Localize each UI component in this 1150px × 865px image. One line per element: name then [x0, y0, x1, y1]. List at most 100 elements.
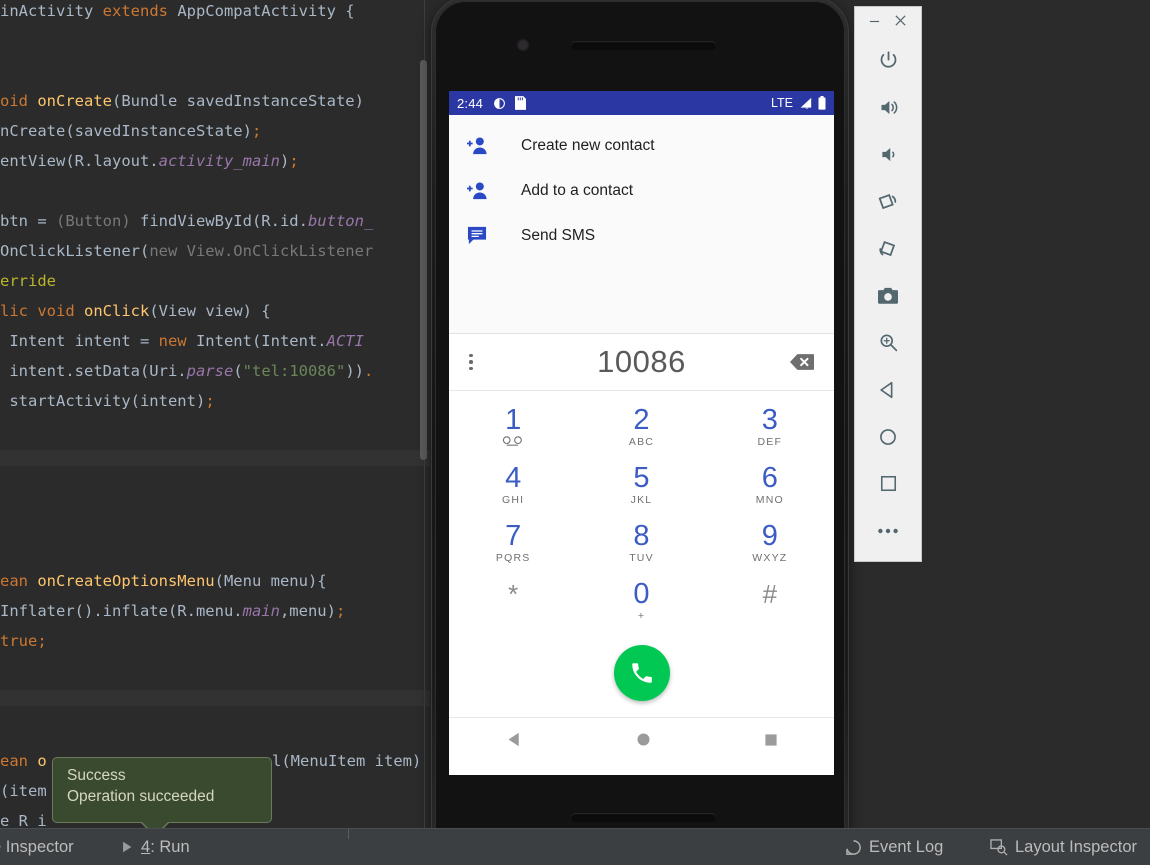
- bottom-speaker: [571, 813, 716, 822]
- overview-icon[interactable]: [855, 460, 921, 507]
- battery-full-icon: [818, 96, 826, 110]
- statusbar-item-label: 4: Run: [141, 837, 190, 856]
- editor-scrollbar[interactable]: [420, 60, 427, 460]
- code-token: activity_main: [158, 152, 280, 170]
- sd-card-icon: [515, 96, 527, 110]
- code-token: ean: [0, 572, 38, 590]
- menu-item-label: Send SMS: [521, 226, 596, 244]
- emulator-toolbar[interactable]: [854, 6, 922, 562]
- code-token: ACTI: [326, 332, 364, 350]
- code-token: onCreateOptionsMenu: [37, 572, 215, 590]
- dialpad-key-8[interactable]: 8 TUV: [577, 513, 705, 571]
- code-token: ;: [37, 632, 47, 650]
- dialpad-key-7[interactable]: 7 PQRS: [449, 513, 577, 571]
- code-line: btn = (Button) findViewById(R.id.button_: [0, 212, 373, 230]
- code-token: ;: [289, 152, 299, 170]
- code-editor[interactable]: inActivity extends AppCompatActivity {oi…: [0, 0, 430, 838]
- editor-fold-band: [0, 690, 430, 706]
- voicemail-icon: [502, 435, 524, 448]
- kebab-menu-icon[interactable]: [469, 353, 473, 371]
- volume-down-icon[interactable]: [855, 131, 921, 178]
- run-triangle-icon: [120, 840, 134, 854]
- dialpad-row: 7 PQRS 8 TUV 9 WXYZ: [449, 513, 834, 571]
- code-token: lic: [0, 302, 38, 320]
- menu-item-send-sms[interactable]: Send SMS: [449, 213, 834, 258]
- code-token: ean: [0, 752, 38, 770]
- backspace-icon[interactable]: [790, 353, 814, 371]
- dialpad-key-1[interactable]: 1: [449, 397, 577, 455]
- dialpad-key-digit: 6: [761, 461, 778, 494]
- code-token: findViewById(R.id.: [130, 212, 308, 230]
- dialpad-key-letters: JKL: [630, 493, 653, 506]
- code-line: nCreate(savedInstanceState);: [0, 122, 261, 140]
- volume-up-icon[interactable]: [855, 84, 921, 131]
- back-icon[interactable]: [855, 366, 921, 413]
- statusbar-item-event-log[interactable]: Event Log: [845, 833, 943, 861]
- dialpad-key-2[interactable]: 2 ABC: [577, 397, 705, 455]
- dialpad-key-#[interactable]: #: [706, 571, 834, 629]
- phone-screen[interactable]: 2:44 LTE x Create new contact Add to a c…: [449, 91, 834, 775]
- camera-icon[interactable]: [855, 272, 921, 319]
- code-token: (Button): [56, 212, 131, 230]
- contact-action-menu[interactable]: Create new contact Add to a contact Send…: [449, 115, 834, 333]
- menu-item-add-to-a-contact[interactable]: Add to a contact: [449, 168, 834, 213]
- code-token: oid: [0, 92, 38, 110]
- tooltip-message: Operation succeeded: [67, 788, 215, 805]
- code-token: parse: [186, 362, 234, 380]
- dialed-number-display[interactable]: 10086: [449, 344, 834, 380]
- code-token: btn =: [0, 212, 56, 230]
- front-camera-icon: [517, 39, 529, 51]
- tooltip-title: Success: [67, 767, 126, 784]
- minimize-icon[interactable]: [869, 16, 880, 27]
- rotate-right-icon[interactable]: [855, 225, 921, 272]
- status-right-icons: LTE x: [771, 96, 826, 110]
- statusbar-item-layout-inspector[interactable]: Layout Inspector: [990, 833, 1137, 861]
- close-icon[interactable]: [894, 14, 907, 27]
- code-token: button_: [307, 212, 374, 230]
- dialpad[interactable]: 1 2 ABC 3 DEF 4 GHI 5 JKL 6 MNO 7 PQRS 8 TUV 9 WXYZ * 0 + #: [449, 391, 834, 629]
- code-token: intent.setData(Uri.: [0, 362, 187, 380]
- phone-call-icon[interactable]: [613, 645, 670, 701]
- dialpad-key-letters: GHI: [502, 493, 525, 506]
- code-token: onClick: [84, 302, 150, 320]
- dialpad-key-letters: WXYZ: [752, 551, 788, 564]
- code-token: extends: [102, 2, 168, 20]
- home-icon[interactable]: [855, 413, 921, 460]
- dialpad-key-digit: 1: [505, 403, 522, 436]
- dialpad-key-digit: 0: [633, 577, 650, 610]
- code-line: oid onCreate(Bundle savedInstanceState): [0, 92, 364, 110]
- statusbar-item-4-run[interactable]: 4: Run: [120, 833, 190, 861]
- code-line: true;: [0, 632, 47, 650]
- dialpad-key-digit: *: [508, 578, 519, 609]
- dialpad-key-9[interactable]: 9 WXYZ: [706, 513, 834, 571]
- dialpad-key-4[interactable]: 4 GHI: [449, 455, 577, 513]
- ide-status-bar[interactable]: e Inspector 4: Run Event Log Layout Inspect…: [0, 828, 1150, 865]
- code-token: l(MenuItem item): [272, 752, 422, 770]
- dialpad-key-5[interactable]: 5 JKL: [577, 455, 705, 513]
- dialpad-key-letters: PQRS: [495, 551, 531, 564]
- back-triangle-icon[interactable]: [506, 731, 523, 748]
- recents-square-icon[interactable]: [764, 733, 778, 747]
- android-nav-bar[interactable]: [449, 717, 834, 761]
- code-token: new: [158, 332, 187, 350]
- code-token: new View.OnClickListener: [149, 242, 374, 260]
- rotate-left-icon[interactable]: [855, 178, 921, 225]
- zoom-in-icon[interactable]: [855, 319, 921, 366]
- message-icon: [467, 226, 497, 245]
- menu-item-create-new-contact[interactable]: Create new contact: [449, 123, 834, 168]
- home-circle-icon[interactable]: [636, 732, 651, 747]
- code-line: (item: [0, 782, 47, 800]
- dialpad-key-3[interactable]: 3 DEF: [706, 397, 834, 455]
- dialpad-key-6[interactable]: 6 MNO: [706, 455, 834, 513]
- more-icon[interactable]: [855, 507, 921, 554]
- code-token: AppCompatActivity {: [167, 2, 355, 20]
- emulator-phone-frame: 2:44 LTE x Create new contact Add to a c…: [432, 0, 848, 860]
- statusbar-item-e-inspector[interactable]: e Inspector: [0, 833, 74, 861]
- dialpad-key-digit: #: [762, 578, 778, 609]
- power-icon[interactable]: [855, 37, 921, 84]
- dialpad-key-0[interactable]: 0 +: [577, 571, 705, 629]
- call-button-area: [449, 629, 834, 717]
- code-token: "tel:10086": [242, 362, 346, 380]
- dialpad-key-*[interactable]: *: [449, 571, 577, 629]
- code-token: startActivity(intent): [0, 392, 206, 410]
